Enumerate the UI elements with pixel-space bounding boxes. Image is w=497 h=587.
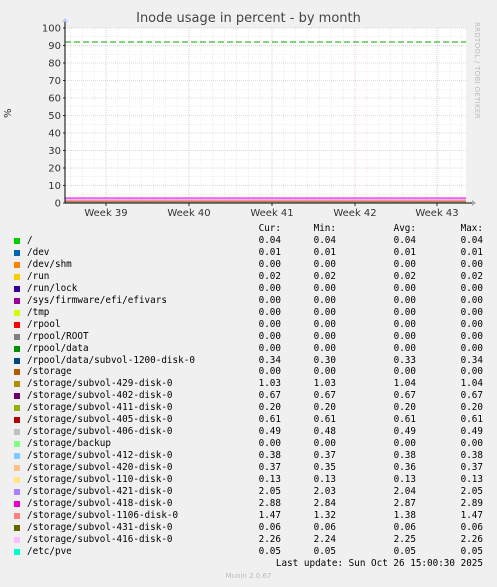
x-tick-label: Week 43 [415,208,458,219]
x-tick-label: Week 42 [333,208,376,219]
y-tick-label: 10 [48,181,61,192]
y-tick-label: 70 [48,76,61,87]
y-tick-label: 50 [48,111,61,122]
x-axis-arrow [472,200,476,206]
y-tick-label: 100 [42,24,61,35]
munin-footer: Munin 2.0.67 [225,572,272,580]
y-tick-label: 30 [48,146,61,157]
x-tick-label: Week 40 [167,208,210,219]
y-tick-label: 20 [48,164,61,175]
y-tick-label: 60 [48,94,61,105]
y-tick-label: 0 [55,199,61,210]
chart-plot: 0 10 20 30 40 50 60 70 80 90 100 Week 39 Week 40 Week… [42,18,476,219]
x-tick-label: Week 39 [84,208,127,219]
y-tick-label: 40 [48,129,61,140]
y-tick-label: 80 [48,59,61,70]
y-tick-label: 90 [48,41,61,52]
x-tick-label: Week 41 [250,208,293,219]
last-update: Last update: Sun Oct 26 15:00:30 2025 [275,558,483,569]
y-axis-arrow [62,18,68,22]
